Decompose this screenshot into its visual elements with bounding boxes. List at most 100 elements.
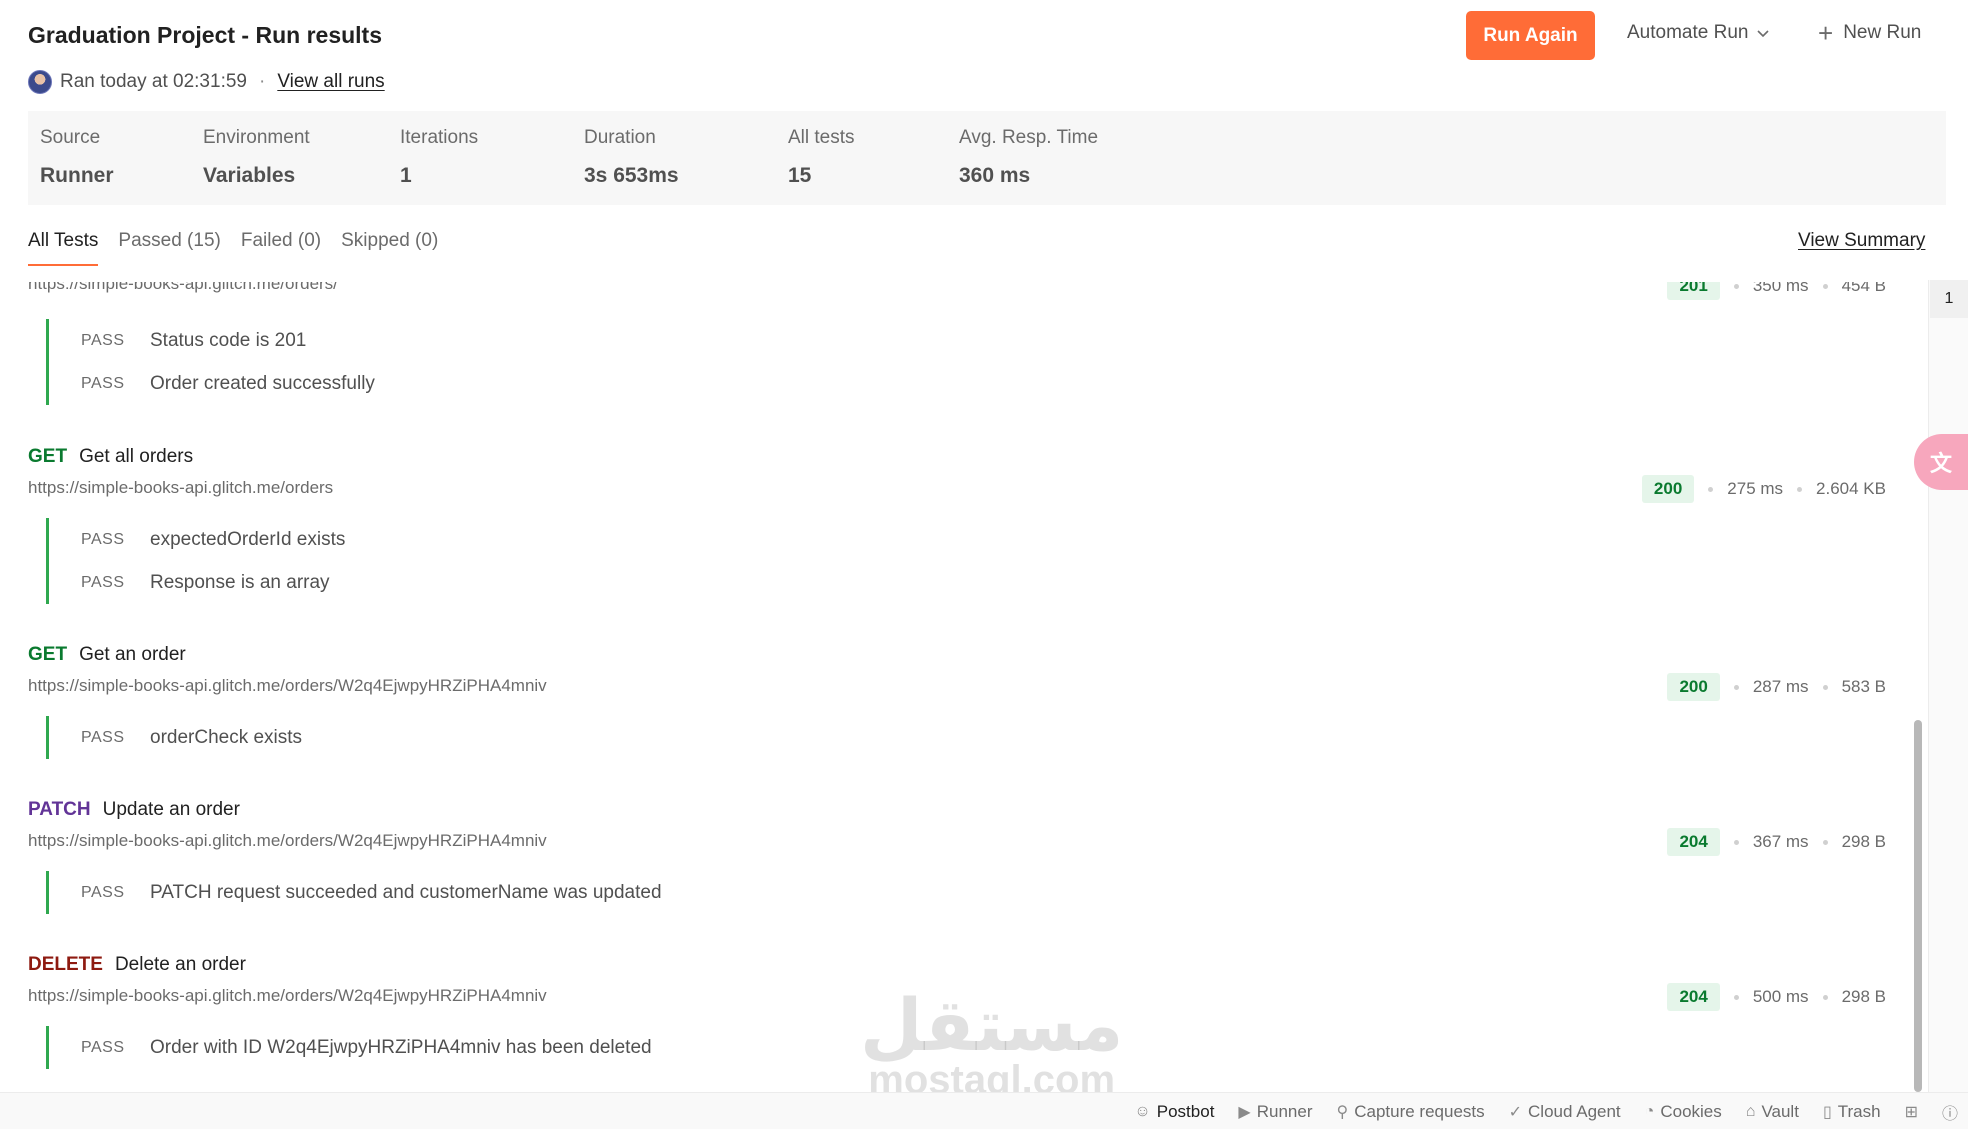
result-tabs: All Tests Passed (15) Failed (0) Skipped… <box>28 230 458 266</box>
request-results-list: https://simple-books-api.glitch.me/order… <box>0 282 1928 1092</box>
avatar <box>28 70 52 94</box>
stat-label: Duration <box>584 127 656 148</box>
postbot-label: Postbot <box>1156 1101 1215 1121</box>
test-status: PASS <box>81 1038 125 1056</box>
request-url: https://simple-books-api.glitch.me/order… <box>28 986 547 1005</box>
stat-duration: Duration 3s 653ms <box>584 127 679 188</box>
watermark-arabic: مستقل <box>860 983 1124 1067</box>
test-name: Status code is 201 <box>150 329 307 351</box>
stat-label: Iterations <box>400 127 479 148</box>
new-run-button[interactable]: + New Run <box>1818 20 1922 46</box>
cookie-icon: ◔ <box>1644 1102 1655 1120</box>
request-header[interactable]: GET Get all orders <box>28 446 193 468</box>
postbot-button[interactable]: ☺ Postbot <box>1134 1102 1214 1122</box>
vault-button[interactable]: ⌂ Vault <box>1746 1102 1799 1122</box>
run-again-button[interactable]: Run Again <box>1466 11 1595 60</box>
test-row: PASS orderCheck exists <box>81 716 302 759</box>
help-icon: ⓘ <box>1941 1105 1958 1123</box>
scrollbar-thumb[interactable] <box>1914 720 1922 1092</box>
dot-separator <box>1822 684 1828 690</box>
tab-skipped[interactable]: Skipped (0) <box>341 230 438 266</box>
test-results: PASS PATCH request succeeded and custome… <box>46 871 662 914</box>
test-row: PASS Order with ID W2q4EjwpyHRZiPHA4mniv… <box>81 1026 652 1069</box>
view-all-runs-link[interactable]: View all runs <box>277 71 384 93</box>
stat-label: Source <box>40 127 101 148</box>
dot-separator <box>1733 283 1739 289</box>
status-bar-items: ☺ Postbot ▶ Runner ⚲ Capture requests ✓ … <box>1110 1093 1958 1129</box>
stat-iterations: Iterations 1 <box>400 127 478 188</box>
stat-value: Runner <box>40 164 114 187</box>
response-summary: 204 367 ms 298 B <box>1667 828 1886 856</box>
dot-separator <box>1733 994 1739 1000</box>
automate-run-dropdown[interactable]: Automate Run <box>1627 22 1770 44</box>
stat-avg-resp-time: Avg. Resp. Time 360 ms <box>959 127 1098 188</box>
layout-button[interactable]: ⊞ <box>1905 1102 1918 1122</box>
request-header[interactable]: PATCH Update an order <box>28 799 240 821</box>
dot-separator <box>1822 994 1828 1000</box>
test-name: PATCH request succeeded and customerName… <box>150 881 662 903</box>
response-size: 583 B <box>1841 677 1886 696</box>
stat-environment: Environment Variables <box>203 127 310 188</box>
stat-label: Environment <box>203 127 310 148</box>
request-url: https://simple-books-api.glitch.me/order… <box>28 676 547 695</box>
run-header: Graduation Project - Run results <box>28 22 382 49</box>
response-size: 298 B <box>1841 832 1886 851</box>
request-header[interactable]: DELETE Delete an order <box>28 954 246 976</box>
status-badge: 204 <box>1667 983 1720 1011</box>
status-badge: 201 <box>1667 282 1720 300</box>
trash-icon: ▯ <box>1822 1103 1832 1121</box>
stat-all-tests: All tests 15 <box>788 127 855 188</box>
stat-value: 3s 653ms <box>584 164 679 187</box>
meta-separator: · <box>258 71 266 92</box>
page-title: Graduation Project - Run results <box>28 22 382 48</box>
dot-separator <box>1733 684 1739 690</box>
test-name: orderCheck exists <box>150 726 303 748</box>
test-status: PASS <box>81 573 125 591</box>
cookies-button[interactable]: ◔ Cookies <box>1645 1102 1722 1122</box>
response-size: 2.604 KB <box>1816 479 1886 498</box>
test-row: PASS expectedOrderId exists <box>81 518 345 561</box>
status-badge: 204 <box>1667 828 1720 856</box>
stat-source: Source Runner <box>40 127 114 188</box>
capture-requests-button[interactable]: ⚲ Capture requests <box>1337 1102 1485 1122</box>
test-row: PASS Status code is 201 <box>81 319 375 362</box>
play-icon: ▶ <box>1238 1103 1251 1121</box>
response-summary: 200 287 ms 583 B <box>1667 673 1886 701</box>
test-row: PASS Order created successfully <box>81 362 375 405</box>
test-results: PASS expectedOrderId exists PASS Respons… <box>46 518 345 604</box>
vault-label: Vault <box>1761 1101 1799 1121</box>
test-name: expectedOrderId exists <box>150 528 346 550</box>
request-url: https://simple-books-api.glitch.me/order… <box>28 831 547 850</box>
test-name: Order with ID W2q4EjwpyHRZiPHA4mniv has … <box>150 1036 652 1058</box>
translate-icon[interactable]: 文 <box>1914 434 1968 490</box>
automate-run-label: Automate Run <box>1627 22 1749 43</box>
runner-label: Runner <box>1256 1101 1313 1121</box>
request-header[interactable]: GET Get an order <box>28 644 186 666</box>
vault-icon: ⌂ <box>1745 1102 1756 1120</box>
dot-separator <box>1708 486 1714 492</box>
trash-button[interactable]: ▯ Trash <box>1823 1102 1881 1122</box>
response-time: 367 ms <box>1752 832 1809 851</box>
iteration-page-number[interactable]: 1 <box>1930 280 1968 318</box>
response-size: 454 B <box>1841 282 1886 295</box>
tab-failed[interactable]: Failed (0) <box>241 230 321 266</box>
test-status: PASS <box>81 530 125 548</box>
help-button[interactable]: ⓘ <box>1942 1100 1958 1124</box>
dot-separator <box>1822 839 1828 845</box>
tab-all-tests[interactable]: All Tests <box>28 230 99 266</box>
test-status: PASS <box>81 374 125 392</box>
view-summary-link[interactable]: View Summary <box>1798 230 1925 252</box>
response-size: 298 B <box>1841 987 1886 1006</box>
runner-button[interactable]: ▶ Runner <box>1238 1102 1312 1122</box>
stat-value: 360 ms <box>959 164 1031 187</box>
status-bar: ☺ Postbot ▶ Runner ⚲ Capture requests ✓ … <box>0 1092 1968 1129</box>
test-status: PASS <box>81 728 125 746</box>
new-run-label: New Run <box>1843 22 1922 43</box>
watermark: مستقل mostaql.com <box>860 983 1124 1100</box>
test-results: PASS orderCheck exists <box>46 716 302 759</box>
ran-timestamp: Ran today at 02:31:59 <box>60 71 247 92</box>
response-summary: 204 500 ms 298 B <box>1667 983 1886 1011</box>
tab-passed[interactable]: Passed (15) <box>118 230 220 266</box>
stat-value: Variables <box>203 164 296 187</box>
cloud-agent-button[interactable]: ✓ Cloud Agent <box>1509 1102 1621 1122</box>
